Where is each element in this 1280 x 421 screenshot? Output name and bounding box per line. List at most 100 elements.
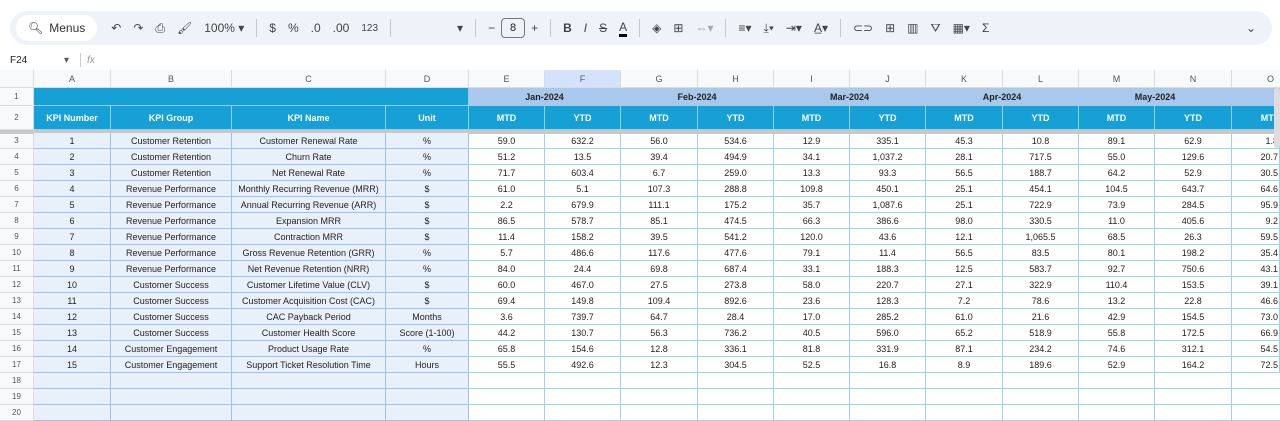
value-cell[interactable]: 188.3 [850, 261, 926, 277]
value-cell[interactable]: 43.6 [850, 229, 926, 245]
value-cell[interactable]: 60.0 [469, 277, 545, 293]
row-header-18[interactable]: 18 [0, 373, 34, 389]
vertical-scrollbar[interactable] [1274, 88, 1280, 148]
kpi-group-cell[interactable]: Revenue Performance [111, 261, 232, 277]
value-cell[interactable]: 1,065.5 [1003, 229, 1079, 245]
column-header-n[interactable]: N [1155, 70, 1232, 88]
kpi-number-cell[interactable]: 9 [34, 261, 111, 277]
value-cell[interactable]: 27.1 [926, 277, 1003, 293]
value-cell[interactable] [621, 373, 698, 389]
kpi-name-cell[interactable] [232, 389, 386, 405]
fill-color-icon[interactable]: ◈ [652, 21, 661, 35]
unit-cell[interactable]: $ [386, 293, 469, 309]
value-cell[interactable]: 5.1 [545, 181, 621, 197]
value-cell[interactable] [1003, 405, 1079, 421]
row-header-9[interactable]: 9 [0, 229, 34, 245]
value-cell[interactable]: 7.2 [926, 293, 1003, 309]
value-cell[interactable]: 52.9 [1079, 357, 1155, 373]
value-cell[interactable]: 13.5 [545, 149, 621, 165]
value-cell[interactable]: 154.6 [545, 341, 621, 357]
value-cell[interactable] [850, 389, 926, 405]
italic-button[interactable]: I [584, 21, 587, 35]
unit-cell[interactable] [386, 373, 469, 389]
row-header-16[interactable]: 16 [0, 341, 34, 357]
value-cell[interactable] [469, 405, 545, 421]
value-cell[interactable] [1155, 373, 1232, 389]
value-cell[interactable]: 154.5 [1155, 309, 1232, 325]
value-cell[interactable]: 494.9 [698, 149, 774, 165]
value-cell[interactable]: 69.4 [469, 293, 545, 309]
kpi-name-cell[interactable]: Contraction MRR [232, 229, 386, 245]
value-cell[interactable]: 21.6 [1003, 309, 1079, 325]
value-cell[interactable]: 1,037.2 [850, 149, 926, 165]
kpi-name-cell[interactable]: Net Renewal Rate [232, 165, 386, 181]
value-cell[interactable]: 603.4 [545, 165, 621, 181]
value-cell[interactable]: 61.0 [926, 309, 1003, 325]
kpi-name-cell[interactable]: Annual Recurring Revenue (ARR) [232, 197, 386, 213]
value-cell[interactable]: 11.4 [469, 229, 545, 245]
percent-button[interactable]: % [288, 21, 299, 35]
unit-cell[interactable]: Months [386, 309, 469, 325]
value-cell[interactable]: 28.4 [698, 309, 774, 325]
value-cell[interactable]: 25.1 [926, 197, 1003, 213]
value-cell[interactable]: 69.8 [621, 261, 698, 277]
value-cell[interactable]: 198.2 [1155, 245, 1232, 261]
unit-cell[interactable] [386, 389, 469, 405]
unit-cell[interactable]: % [386, 133, 469, 149]
row-header-14[interactable]: 14 [0, 309, 34, 325]
select-all-corner[interactable] [0, 70, 34, 88]
unit-cell[interactable]: Hours [386, 357, 469, 373]
value-cell[interactable]: 81.8 [774, 341, 850, 357]
value-cell[interactable]: 259.0 [698, 165, 774, 181]
value-cell[interactable]: 583.7 [1003, 261, 1079, 277]
row-header-20[interactable]: 20 [0, 405, 34, 421]
value-cell[interactable]: 189.6 [1003, 357, 1079, 373]
strikethrough-button[interactable]: S [599, 21, 607, 35]
value-cell[interactable]: 153.5 [1155, 277, 1232, 293]
value-cell[interactable] [1079, 405, 1155, 421]
value-cell[interactable]: 33.1 [774, 261, 850, 277]
value-cell[interactable]: 386.6 [850, 213, 926, 229]
value-cell[interactable]: 59.5 [1232, 229, 1280, 245]
value-cell[interactable]: 164.2 [1155, 357, 1232, 373]
value-cell[interactable]: 73.9 [1079, 197, 1155, 213]
kpi-group-cell[interactable]: Customer Success [111, 277, 232, 293]
unit-cell[interactable] [386, 405, 469, 421]
value-cell[interactable]: 93.3 [850, 165, 926, 181]
kpi-number-cell[interactable]: 11 [34, 293, 111, 309]
row-header-7[interactable]: 7 [0, 197, 34, 213]
row-header-5[interactable]: 5 [0, 165, 34, 181]
value-cell[interactable]: 79.1 [774, 245, 850, 261]
value-cell[interactable]: 13.2 [1079, 293, 1155, 309]
collapse-toolbar-icon[interactable]: ⌄ [1246, 21, 1256, 35]
text-rotation-icon[interactable]: A̲▾ [814, 21, 828, 35]
value-cell[interactable]: 5.7 [469, 245, 545, 261]
unit-cell[interactable]: % [386, 341, 469, 357]
value-cell[interactable]: 130.7 [545, 325, 621, 341]
value-cell[interactable]: 58.0 [774, 277, 850, 293]
kpi-group-cell[interactable]: Customer Retention [111, 165, 232, 181]
kpi-group-cell[interactable]: Customer Success [111, 293, 232, 309]
kpi-group-cell[interactable] [111, 405, 232, 421]
value-cell[interactable]: 477.6 [698, 245, 774, 261]
value-cell[interactable]: 117.6 [621, 245, 698, 261]
value-cell[interactable] [774, 373, 850, 389]
kpi-number-cell[interactable] [34, 389, 111, 405]
kpi-number-cell[interactable]: 12 [34, 309, 111, 325]
value-cell[interactable]: 39.5 [621, 229, 698, 245]
functions-icon[interactable]: Σ [982, 21, 989, 35]
decrease-decimal-button[interactable]: .0 [311, 21, 321, 35]
horizontal-align-icon[interactable]: ≡▾ [738, 21, 751, 35]
unit-cell[interactable]: $ [386, 197, 469, 213]
value-cell[interactable] [1079, 389, 1155, 405]
value-cell[interactable]: 486.6 [545, 245, 621, 261]
kpi-group-cell[interactable]: Customer Retention [111, 133, 232, 149]
value-cell[interactable]: 892.6 [698, 293, 774, 309]
kpi-name-cell[interactable] [232, 405, 386, 421]
row-header-15[interactable]: 15 [0, 325, 34, 341]
value-cell[interactable]: 129.6 [1155, 149, 1232, 165]
text-color-button[interactable]: A [619, 20, 628, 37]
value-cell[interactable]: 54.5 [1232, 341, 1280, 357]
font-family-dropdown[interactable]: ▾ [457, 21, 463, 35]
value-cell[interactable]: 518.9 [1003, 325, 1079, 341]
